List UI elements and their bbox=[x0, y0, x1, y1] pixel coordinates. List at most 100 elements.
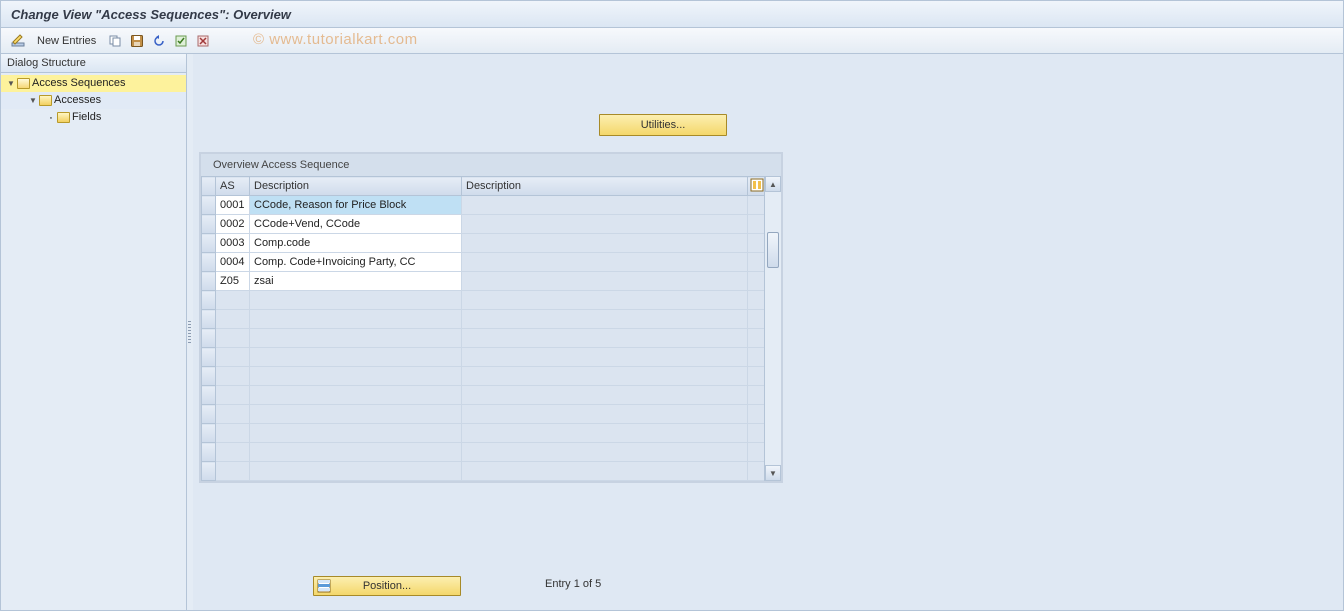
tree-item-accesses[interactable]: ▼ Accesses bbox=[1, 92, 186, 109]
col-description-2[interactable]: Description bbox=[462, 177, 748, 196]
cell-description[interactable] bbox=[250, 367, 462, 386]
cell-description[interactable] bbox=[250, 310, 462, 329]
cell-as[interactable] bbox=[216, 348, 250, 367]
cell-as[interactable] bbox=[216, 462, 250, 481]
copy-icon[interactable] bbox=[106, 32, 124, 50]
cell-as[interactable] bbox=[216, 386, 250, 405]
cell-description-2[interactable] bbox=[462, 291, 748, 310]
cell-description[interactable]: zsai bbox=[250, 272, 462, 291]
tree-item-access-sequences[interactable]: ▼ Access Sequences bbox=[1, 75, 186, 92]
table-row-empty[interactable] bbox=[202, 443, 767, 462]
cell-description-2[interactable] bbox=[462, 272, 748, 291]
row-selector[interactable] bbox=[202, 310, 216, 329]
cell-description-2[interactable] bbox=[462, 405, 748, 424]
bullet-icon: ● bbox=[47, 109, 55, 126]
new-entries-button[interactable]: New Entries bbox=[31, 32, 102, 50]
cell-description[interactable]: Comp.code bbox=[250, 234, 462, 253]
cell-description-2[interactable] bbox=[462, 310, 748, 329]
cell-as[interactable]: Z05 bbox=[216, 272, 250, 291]
cell-description[interactable]: CCode, Reason for Price Block bbox=[250, 196, 462, 215]
row-selector[interactable] bbox=[202, 272, 216, 291]
row-selector[interactable] bbox=[202, 215, 216, 234]
table-row[interactable]: 0003Comp.code bbox=[202, 234, 767, 253]
cell-description[interactable]: Comp. Code+Invoicing Party, CC bbox=[250, 253, 462, 272]
table-row-empty[interactable] bbox=[202, 386, 767, 405]
cell-as[interactable]: 0002 bbox=[216, 215, 250, 234]
position-button[interactable]: Position... bbox=[313, 576, 461, 596]
cell-description[interactable]: CCode+Vend, CCode bbox=[250, 215, 462, 234]
cell-description-2[interactable] bbox=[462, 234, 748, 253]
display-change-icon[interactable] bbox=[9, 32, 27, 50]
cell-as[interactable] bbox=[216, 329, 250, 348]
deselect-all-icon[interactable] bbox=[194, 32, 212, 50]
table-row-empty[interactable] bbox=[202, 291, 767, 310]
col-as[interactable]: AS bbox=[216, 177, 250, 196]
cell-description-2[interactable] bbox=[462, 462, 748, 481]
row-selector[interactable] bbox=[202, 386, 216, 405]
row-selector[interactable] bbox=[202, 443, 216, 462]
cell-description-2[interactable] bbox=[462, 329, 748, 348]
table-row-empty[interactable] bbox=[202, 329, 767, 348]
cell-description-2[interactable] bbox=[462, 386, 748, 405]
row-selector[interactable] bbox=[202, 367, 216, 386]
select-all-icon[interactable] bbox=[172, 32, 190, 50]
cell-as[interactable]: 0004 bbox=[216, 253, 250, 272]
cell-description[interactable] bbox=[250, 424, 462, 443]
tree-item-fields[interactable]: ● Fields bbox=[1, 109, 186, 126]
scroll-track[interactable] bbox=[765, 192, 781, 465]
cell-description[interactable] bbox=[250, 443, 462, 462]
vertical-scrollbar[interactable]: ▲ ▼ bbox=[764, 176, 781, 481]
table-row[interactable]: 0004Comp. Code+Invoicing Party, CC bbox=[202, 253, 767, 272]
table-row[interactable]: 0002CCode+Vend, CCode bbox=[202, 215, 767, 234]
cell-description[interactable] bbox=[250, 329, 462, 348]
row-selector[interactable] bbox=[202, 253, 216, 272]
cell-description-2[interactable] bbox=[462, 348, 748, 367]
cell-description[interactable] bbox=[250, 348, 462, 367]
cell-as[interactable] bbox=[216, 367, 250, 386]
cell-as[interactable] bbox=[216, 405, 250, 424]
row-selector-header[interactable] bbox=[202, 177, 216, 196]
cell-as[interactable]: 0001 bbox=[216, 196, 250, 215]
col-description-1[interactable]: Description bbox=[250, 177, 462, 196]
cell-as[interactable]: 0003 bbox=[216, 234, 250, 253]
save-icon[interactable] bbox=[128, 32, 146, 50]
cell-description-2[interactable] bbox=[462, 196, 748, 215]
cell-description[interactable] bbox=[250, 386, 462, 405]
cell-as[interactable] bbox=[216, 310, 250, 329]
cell-as[interactable] bbox=[216, 424, 250, 443]
cell-description-2[interactable] bbox=[462, 443, 748, 462]
cell-description-2[interactable] bbox=[462, 215, 748, 234]
undo-icon[interactable] bbox=[150, 32, 168, 50]
row-selector[interactable] bbox=[202, 405, 216, 424]
cell-as[interactable] bbox=[216, 291, 250, 310]
row-selector[interactable] bbox=[202, 234, 216, 253]
cell-as[interactable] bbox=[216, 443, 250, 462]
table-row[interactable]: Z05zsai bbox=[202, 272, 767, 291]
scroll-up-icon[interactable]: ▲ bbox=[765, 176, 781, 192]
cell-description-2[interactable] bbox=[462, 367, 748, 386]
row-selector[interactable] bbox=[202, 291, 216, 310]
row-selector[interactable] bbox=[202, 462, 216, 481]
table-row-empty[interactable] bbox=[202, 462, 767, 481]
overview-table-panel: Overview Access Sequence AS Description … bbox=[199, 152, 783, 483]
position-icon bbox=[316, 578, 332, 594]
scroll-down-icon[interactable]: ▼ bbox=[765, 465, 781, 481]
table-row-empty[interactable] bbox=[202, 310, 767, 329]
table-row-empty[interactable] bbox=[202, 424, 767, 443]
table-row-empty[interactable] bbox=[202, 348, 767, 367]
cell-description-2[interactable] bbox=[462, 424, 748, 443]
row-selector[interactable] bbox=[202, 196, 216, 215]
cell-description-2[interactable] bbox=[462, 253, 748, 272]
row-selector[interactable] bbox=[202, 329, 216, 348]
cell-description[interactable] bbox=[250, 405, 462, 424]
tree-label: Access Sequences bbox=[32, 75, 126, 92]
utilities-button[interactable]: Utilities... bbox=[599, 114, 727, 136]
cell-description[interactable] bbox=[250, 462, 462, 481]
table-row-empty[interactable] bbox=[202, 367, 767, 386]
row-selector[interactable] bbox=[202, 348, 216, 367]
cell-description[interactable] bbox=[250, 291, 462, 310]
table-row-empty[interactable] bbox=[202, 405, 767, 424]
row-selector[interactable] bbox=[202, 424, 216, 443]
table-row[interactable]: 0001CCode, Reason for Price Block bbox=[202, 196, 767, 215]
scroll-thumb[interactable] bbox=[767, 232, 779, 268]
